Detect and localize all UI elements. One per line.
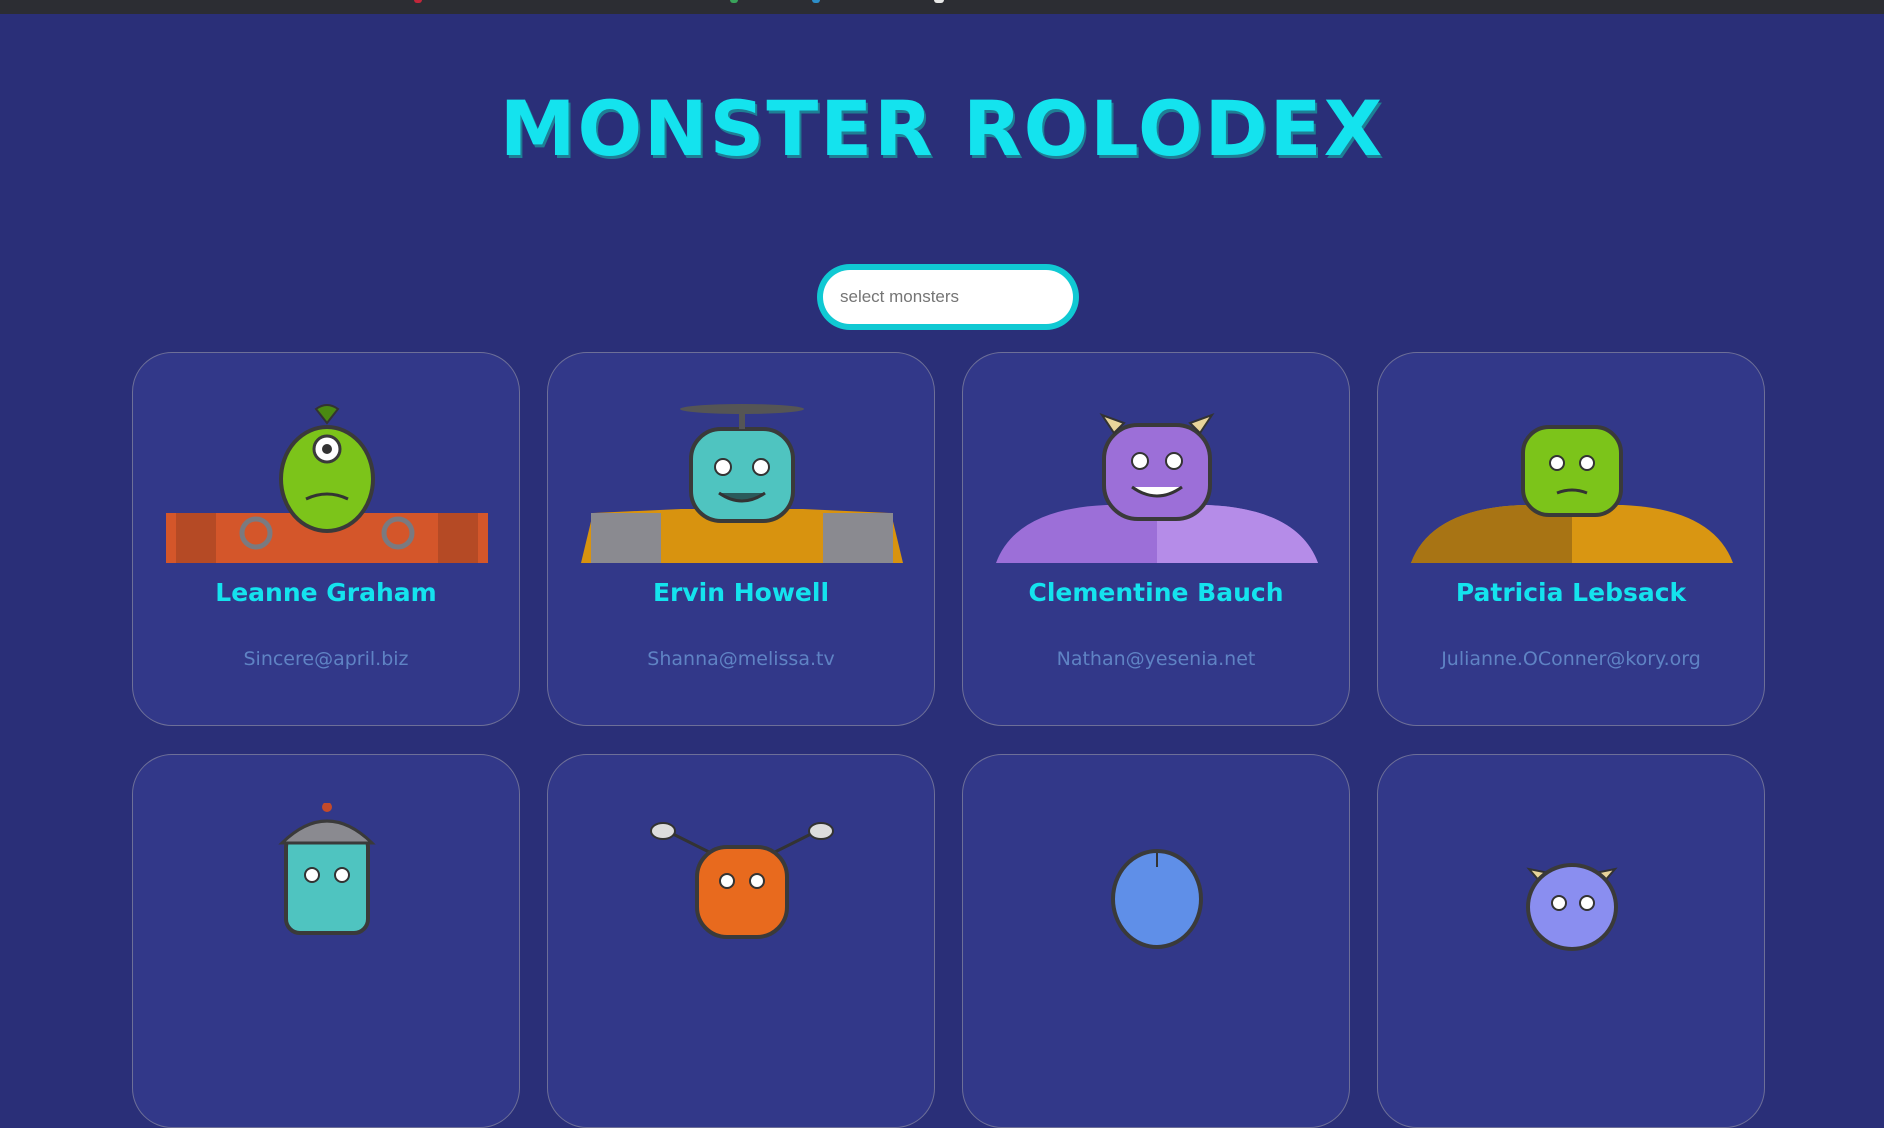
search-box — [817, 264, 1079, 330]
toolbar-icon — [812, 0, 820, 3]
monster-name: Patricia Lebsack — [1455, 578, 1687, 607]
monster-email: Sincere@april.biz — [243, 648, 409, 670]
monster-card[interactable] — [132, 754, 520, 1128]
monster-card[interactable]: Leanne Graham Sincere@april.biz — [132, 352, 520, 726]
monster-card[interactable]: Clementine Bauch Nathan@yesenia.net — [962, 352, 1350, 726]
green-cyclops-robot-monster-icon — [166, 404, 488, 563]
search-input[interactable] — [823, 270, 1073, 324]
orange-antenna-monster-icon — [650, 822, 834, 939]
monster-name: Leanne Graham — [215, 578, 437, 607]
monster-card[interactable]: Ervin Howell Shanna@melissa.tv — [547, 352, 935, 726]
toolbar-icon — [934, 0, 944, 3]
purple-horned-monster-icon — [996, 413, 1318, 563]
browser-toolbar — [0, 0, 1884, 14]
monster-email: Julianne.OConner@kory.org — [1441, 648, 1701, 670]
toolbar-icon — [730, 0, 738, 3]
monster-card[interactable] — [1377, 754, 1765, 1128]
monster-name: Clementine Bauch — [1028, 578, 1284, 607]
green-stitched-monster-icon — [1411, 425, 1733, 563]
page-title: Monster Rolodex — [499, 84, 1385, 173]
teal-propeller-monster-icon — [581, 404, 903, 563]
monster-name: Ervin Howell — [652, 578, 830, 607]
monster-card[interactable]: Patricia Lebsack Julianne.OConner@kory.o… — [1377, 352, 1765, 726]
periwinkle-horned-monster-icon — [1526, 863, 1618, 951]
monster-email: Shanna@melissa.tv — [647, 648, 835, 670]
monster-card[interactable] — [547, 754, 935, 1128]
blue-stitched-monster-icon — [1111, 849, 1203, 949]
teal-helmet-robot-monster-icon — [278, 803, 376, 935]
toolbar-icon — [414, 0, 422, 3]
monster-card[interactable] — [962, 754, 1350, 1128]
monster-email: Nathan@yesenia.net — [1056, 648, 1256, 670]
